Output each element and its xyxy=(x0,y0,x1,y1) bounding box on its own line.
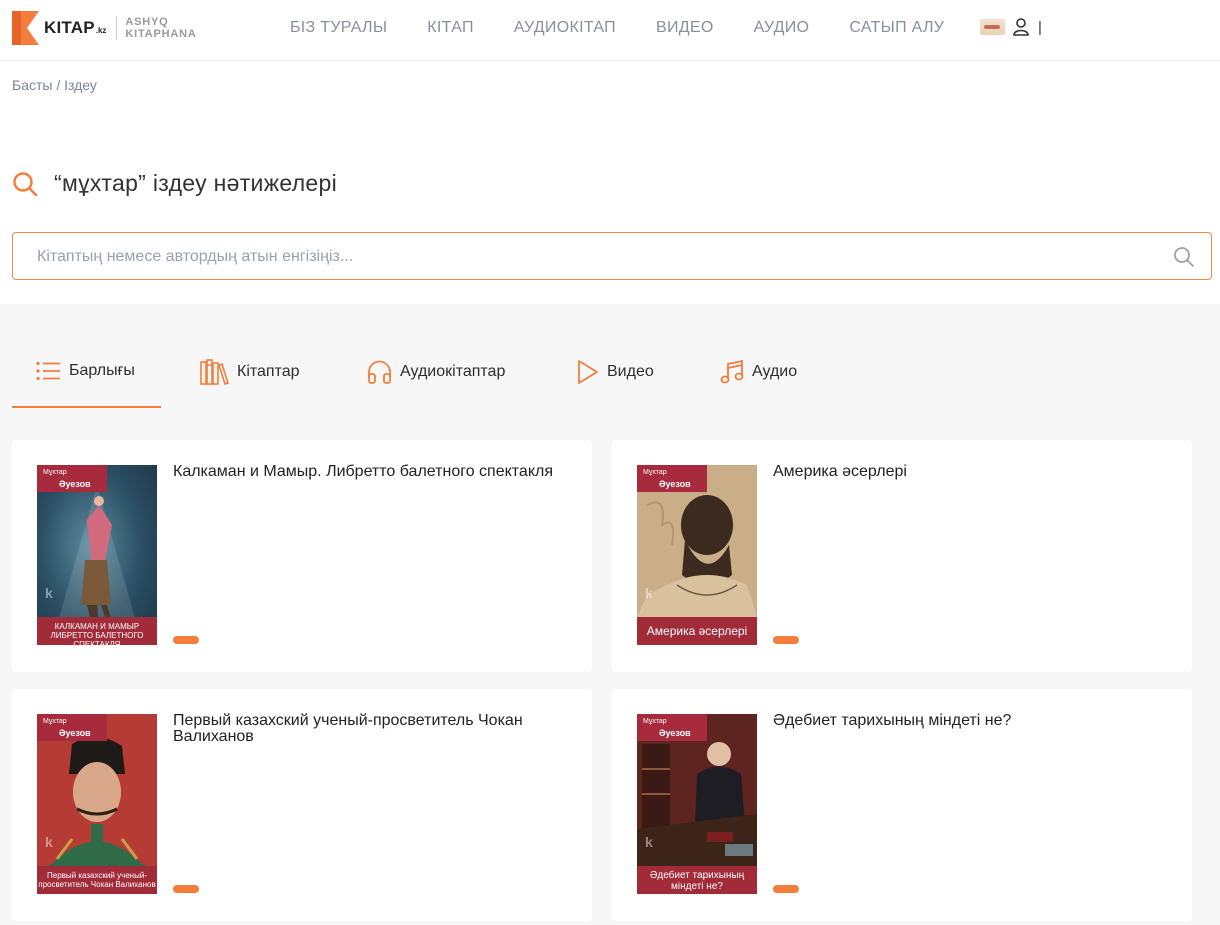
result-card[interactable]: Мұхтар Әуезов k Әдебиет тарихының міндет… xyxy=(612,689,1192,921)
cover-title: Әдебиет тарихының міндеті не? xyxy=(637,866,757,894)
user-icon[interactable] xyxy=(1013,18,1029,36)
breadcrumb-separator: / xyxy=(52,77,65,93)
tab-audio-label: Аудио xyxy=(752,363,798,380)
logo-mark-icon xyxy=(12,10,39,45)
page-title: “мұхтар” іздеу нәтижелері xyxy=(54,170,338,196)
book-cover[interactable]: Мұхтар Әуезов k Первый казахский ученый-… xyxy=(37,714,157,894)
cover-author-last: Әуезов xyxy=(659,479,691,489)
search-submit-icon[interactable] xyxy=(1173,246,1195,268)
nav-buy[interactable]: САТЫП АЛУ xyxy=(849,19,944,37)
tab-books[interactable]: Кітаптар xyxy=(200,336,300,408)
result-card[interactable]: Мұхтар Әуезов k КАЛКАМАН И МАМЫР ЛИБРЕТТ… xyxy=(12,440,592,672)
book-cover[interactable]: Мұхтар Әуезов k Әдебиет тарихының міндет… xyxy=(637,714,757,894)
list-icon xyxy=(36,361,61,381)
cover-author-last: Әуезов xyxy=(59,728,91,738)
cover-author-first: Мұхтар xyxy=(643,469,667,476)
play-icon xyxy=(577,359,599,385)
cover-author-first: Мұхтар xyxy=(43,718,67,725)
cover-author-last: Әуезов xyxy=(659,728,691,738)
books-icon xyxy=(200,359,229,385)
book-cover[interactable]: Мұхтар Әуезов k КАЛКАМАН И МАМЫР ЛИБРЕТТ… xyxy=(37,465,157,645)
cover-title: Америка әсерлері xyxy=(637,617,757,645)
site-logo[interactable]: KITAP .kz ASHYQ KITAPHANA xyxy=(12,10,197,45)
search-icon xyxy=(13,171,38,196)
tab-books-label: Кітаптар xyxy=(237,363,300,380)
result-title[interactable]: Калкаман и Мамыр. Либретто балетного спе… xyxy=(173,464,568,480)
result-title[interactable]: Америка әсерлері xyxy=(773,464,1168,480)
result-card[interactable]: Мұхтар Әуезов k Первый казахский ученый-… xyxy=(12,689,592,921)
result-title[interactable]: Әдебиет тарихының міндеті не? xyxy=(773,713,1168,729)
cover-watermark: k xyxy=(45,585,53,601)
logo-divider xyxy=(116,15,118,40)
breadcrumb-home[interactable]: Басты xyxy=(12,77,52,93)
search-box xyxy=(12,232,1212,280)
cover-watermark: k xyxy=(645,834,653,850)
headphones-icon xyxy=(367,360,392,384)
result-type-badge xyxy=(773,885,799,893)
tab-audio[interactable]: Аудио xyxy=(720,336,797,408)
nav-about[interactable]: БІЗ ТУРАЛЫ xyxy=(290,19,387,37)
nav-audio[interactable]: АУДИО xyxy=(754,19,810,37)
nav-book[interactable]: КІТАП xyxy=(427,19,474,37)
tab-video[interactable]: Видео xyxy=(577,336,654,408)
result-type-badge xyxy=(173,885,199,893)
cover-watermark: k xyxy=(45,834,53,850)
tab-all[interactable]: Барлығы xyxy=(12,336,161,408)
cover-author-last: Әуезов xyxy=(59,479,91,489)
search-input[interactable] xyxy=(37,245,1137,269)
logo-subtitle: ASHYQ KITAPHANA xyxy=(125,16,196,40)
filter-tabs: Барлығы Кітаптар Аудиокітаптар Видео Ауд… xyxy=(0,336,1220,408)
logo-kz: .kz xyxy=(95,26,107,35)
user-separator: | xyxy=(1038,18,1042,36)
cover-watermark: k xyxy=(645,585,653,601)
cover-title: Первый казахский ученый-просветитель Чок… xyxy=(37,866,157,894)
tab-audiobooks[interactable]: Аудиокітаптар xyxy=(367,336,505,408)
result-type-badge xyxy=(773,636,799,644)
result-title[interactable]: Первый казахский ученый-просветитель Чок… xyxy=(173,713,568,745)
tab-all-label: Барлығы xyxy=(69,362,135,379)
search-results-heading: “мұхтар” іздеу нәтижелері xyxy=(12,170,337,197)
site-header: KITAP .kz ASHYQ KITAPHANA БІЗ ТУРАЛЫ КІТ… xyxy=(0,0,1220,61)
breadcrumb: Басты / Іздеу xyxy=(12,77,97,93)
cover-author-first: Мұхтар xyxy=(43,469,67,476)
music-icon xyxy=(720,359,744,385)
header-actions: | xyxy=(980,18,1042,36)
language-flag-icon[interactable] xyxy=(980,19,1005,35)
result-type-badge xyxy=(173,636,199,644)
nav-video[interactable]: ВИДЕО xyxy=(656,19,714,37)
logo-word: KITAP xyxy=(44,17,95,37)
tab-audiobooks-label: Аудиокітаптар xyxy=(400,363,506,380)
logo-sub-line-2: KITAPHANA xyxy=(125,27,197,40)
book-cover[interactable]: Мұхтар Әуезов k Америка әсерлері xyxy=(637,465,757,645)
breadcrumb-current: Іздеу xyxy=(64,77,97,93)
logo-sub-line-1: ASHYQ xyxy=(125,15,169,28)
cover-author-first: Мұхтар xyxy=(643,718,667,725)
main-nav: БІЗ ТУРАЛЫ КІТАП АУДИОКІТАП ВИДЕО АУДИО … xyxy=(290,19,984,37)
tab-video-label: Видео xyxy=(607,363,654,380)
result-card[interactable]: Мұхтар Әуезов k Америка әсерлері Америка… xyxy=(612,440,1192,672)
nav-audiobook[interactable]: АУДИОКІТАП xyxy=(514,19,616,37)
cover-title: КАЛКАМАН И МАМЫР ЛИБРЕТТО БАЛЕТНОГО СПЕК… xyxy=(37,617,157,645)
